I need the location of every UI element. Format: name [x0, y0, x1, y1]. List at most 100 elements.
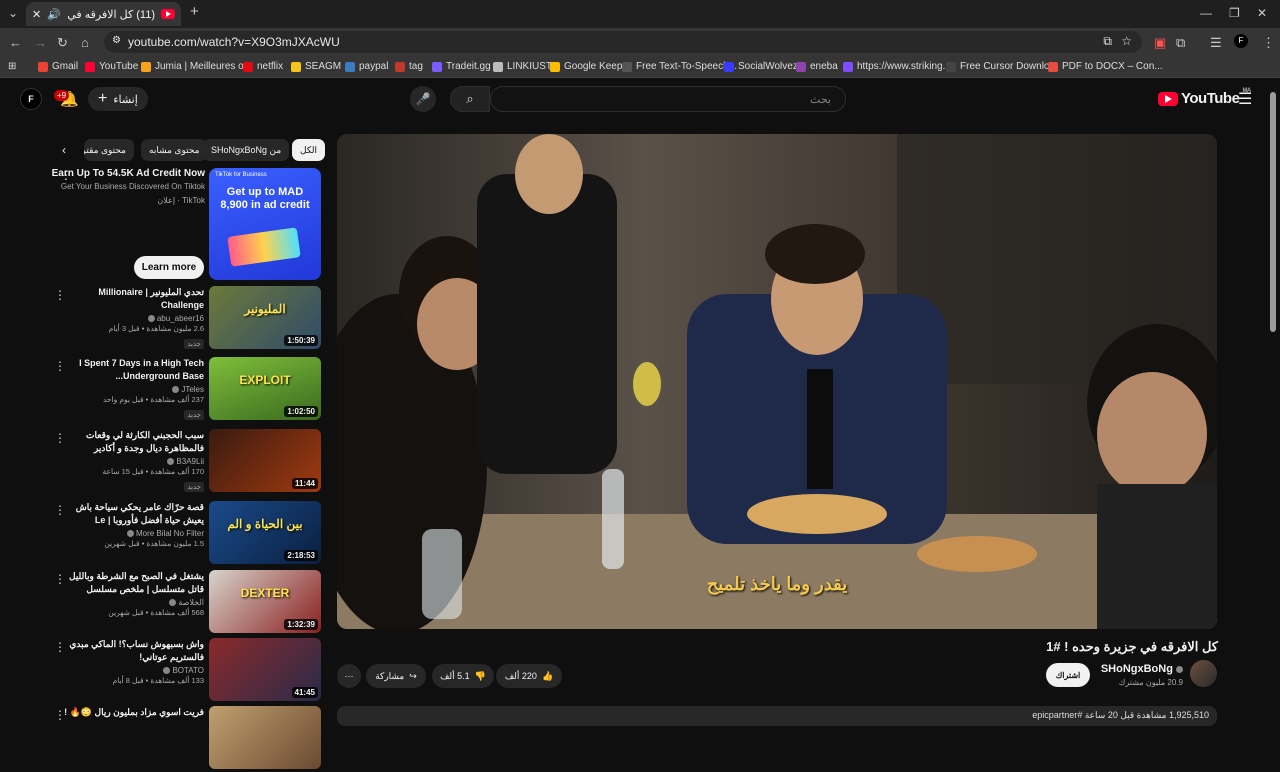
bookmark-item[interactable]: SEAGM	[291, 61, 341, 72]
recommendation-item[interactable]: EXPLOIT 1:02:50 ⋮ I Spent 7 Days in a High …	[50, 357, 322, 423]
home-icon[interactable]: ⌂	[81, 35, 89, 50]
recommendation-item[interactable]: 11:44 ⋮ سبب الحجبني الكارثة لي وقعات فالمظ…	[50, 429, 322, 495]
bookmark-item[interactable]: tag	[395, 61, 423, 72]
guide-menu-icon[interactable]: ☰	[1238, 89, 1252, 109]
bookmark-item[interactable]: Tradeit.gg	[432, 61, 491, 72]
video-player[interactable]: يقدر وما ياخذ تلميح	[337, 134, 1217, 629]
maximize-icon[interactable]: ❐	[1229, 6, 1240, 20]
description-box[interactable]: 1,925,510 مشاهدة قبل 20 ساعة #epicpartne…	[337, 706, 1217, 726]
recommendation-item[interactable]: ⋮ فريت اسوي مزاد بمليون ريال 😳🔥 !	[50, 706, 322, 772]
chips-prev-icon[interactable]: ‹	[62, 143, 66, 157]
youtube-logo[interactable]: YouTube MA	[1158, 88, 1251, 107]
ad-card[interactable]: TikTok for Business Get up to MAD 8,900 …	[52, 168, 322, 280]
recommendation-info: قصة حرّاك عامر يحكي سياحة باش يعيش حياة …	[64, 501, 204, 548]
recommendation-item[interactable]: 41:45 ⋮ واش بسبهوش نساب؟! الماكي مبدي فالس…	[50, 638, 322, 704]
recommendation-title[interactable]: واش بسبهوش نساب؟! الماكي مبدي فالستريم ع…	[64, 638, 204, 664]
recommendation-title[interactable]: يشتغل في الصبح مع الشرطة وبالليل قاتل مت…	[64, 570, 204, 596]
recommendation-title[interactable]: سبب الحجبني الكارثة لي وقعات فالمظاهرة د…	[64, 429, 204, 455]
bookmark-item[interactable]: netflix	[243, 61, 283, 72]
video-thumbnail[interactable]: EXPLOIT 1:02:50	[209, 357, 321, 420]
bookmark-item[interactable]: PDF to DOCX – Con...	[1048, 61, 1163, 72]
like-button[interactable]: 👍 220 ألف	[496, 664, 562, 688]
bookmark-star-icon[interactable]: ☆	[1121, 34, 1132, 48]
profile-icon[interactable]: F	[1234, 34, 1248, 48]
forward-icon[interactable]: →	[34, 35, 47, 50]
install-icon[interactable]: ⧉	[1103, 34, 1112, 49]
bookmark-item[interactable]: YouTube	[85, 61, 138, 72]
channel-name[interactable]: SHoNgxBoNg	[1101, 663, 1183, 675]
minimize-icon[interactable]: —	[1200, 6, 1212, 20]
extension-icon[interactable]: ▣	[1154, 35, 1166, 51]
bookmark-item[interactable]: Google Keep	[550, 61, 622, 72]
bookmark-item[interactable]: LINKIUST	[493, 61, 552, 72]
recommendation-item[interactable]: المليونير 1:50:39 ⋮ تحدي المليونير | Millio…	[50, 286, 322, 352]
channel-label: B3A9Lii	[176, 457, 204, 466]
new-tab-icon[interactable]: +	[190, 3, 199, 20]
video-thumbnail[interactable]	[209, 706, 321, 769]
ad-thumbnail[interactable]: TikTok for Business Get up to MAD 8,900 …	[209, 168, 321, 280]
recommendation-channel[interactable]: الخلاصة	[64, 598, 204, 607]
search-button[interactable]: ⌕	[450, 86, 490, 112]
browser-tab[interactable]: (11) كل الافرقه في جزيرة وحـ 🔊 ✕	[26, 2, 181, 26]
avatar[interactable]: F	[20, 88, 42, 110]
apps-grid-icon[interactable]: ⊞	[8, 61, 16, 72]
recommendation-meta: 237 ألف مشاهدة • قبل يوم واحد	[102, 395, 204, 404]
bookmark-item[interactable]: Jumia | Meilleures o...	[141, 61, 252, 72]
extensions-puzzle-icon[interactable]: ⧉	[1176, 35, 1185, 51]
create-button[interactable]: إنشاء +	[88, 87, 148, 111]
close-window-icon[interactable]: ✕	[1257, 6, 1267, 20]
chip-from-channel[interactable]: من SHoNgxBoNg	[203, 139, 290, 161]
dislike-button[interactable]: 👎 5.1 ألف	[432, 664, 494, 688]
recommendation-channel[interactable]: abu_abeer16	[64, 314, 204, 323]
recommendation-title[interactable]: تحدي المليونير | Millionaire Challenge	[64, 286, 204, 312]
recommendation-channel[interactable]: B3A9Lii	[64, 457, 204, 466]
video-duration: 1:32:39	[284, 619, 318, 630]
url-bar[interactable]: ⚙ youtube.com/watch?v=X9O3mJXAcWU ⧉ ☆	[104, 31, 1142, 53]
bookmark-item[interactable]: Free Text-To-Speech...	[622, 61, 737, 72]
menu-kebab-icon[interactable]: ⋮	[1262, 35, 1275, 51]
subscribe-button[interactable]: اشتراك	[1046, 663, 1090, 687]
tab-close-icon[interactable]: ✕	[32, 8, 41, 21]
video-thumbnail[interactable]: DEXTER 1:32:39	[209, 570, 321, 633]
chip-all[interactable]: الكل	[292, 139, 326, 161]
site-info-icon[interactable]: ⚙	[112, 35, 121, 46]
recommendation-item[interactable]: DEXTER 1:32:39 ⋮ يشتغل في الصبح مع الشرطة و…	[50, 570, 322, 636]
video-thumbnail[interactable]: المليونير 1:50:39	[209, 286, 321, 349]
tab-search-icon[interactable]: ⌄	[8, 6, 18, 20]
chip-related[interactable]: محتوى مشابه	[141, 139, 208, 161]
bookmark-favicon-icon	[946, 61, 956, 72]
back-icon[interactable]: ←	[9, 35, 22, 50]
bookmark-item[interactable]: Gmail	[38, 61, 78, 72]
recommendation-title[interactable]: I Spent 7 Days in a High Tech Undergroun…	[64, 357, 204, 383]
share-button[interactable]: ↪ مشاركة	[366, 664, 426, 688]
bookmark-item[interactable]: SocialWolvez	[724, 61, 798, 72]
reload-icon[interactable]: ↻	[57, 35, 68, 51]
new-badge: جديد	[184, 482, 204, 492]
recommendation-title[interactable]: قصة حرّاك عامر يحكي سياحة باش يعيش حياة …	[64, 501, 204, 527]
verified-icon	[147, 315, 155, 323]
more-actions-button[interactable]: ⋯	[337, 664, 361, 688]
logo-text: YouTube	[1181, 90, 1240, 107]
recommendation-channel[interactable]: JTeles	[64, 385, 204, 394]
search-input[interactable]: بحث	[490, 86, 846, 112]
recommendation-channel[interactable]: More Bilal No Filter	[64, 529, 204, 538]
reading-list-icon[interactable]: ☰	[1210, 35, 1222, 51]
chip-recommended[interactable]: محتوى مقتر	[84, 139, 134, 161]
channel-avatar[interactable]	[1190, 660, 1217, 687]
bookmark-item[interactable]: paypal	[345, 61, 388, 72]
audio-icon[interactable]: 🔊	[47, 8, 61, 21]
page-scrollbar[interactable]	[1270, 92, 1276, 332]
recommendation-channel[interactable]: BOTATO	[64, 666, 204, 675]
video-thumbnail[interactable]: 11:44	[209, 429, 321, 492]
recommendation-item[interactable]: بين الحياة و الم 2:18:53 ⋮ قصة حرّاك عامر ي…	[50, 501, 322, 567]
bookmark-item[interactable]: https://www.striking...	[843, 61, 951, 72]
learn-more-button[interactable]: Learn more	[134, 256, 204, 279]
bookmark-item[interactable]: eneba	[796, 61, 838, 72]
bookmark-item[interactable]: Free Cursor Downlo...	[946, 61, 1058, 72]
recommendation-title[interactable]: فريت اسوي مزاد بمليون ريال 😳🔥 !	[64, 706, 204, 719]
voice-search-icon[interactable]: 🎤	[410, 86, 436, 112]
video-thumbnail[interactable]: 41:45	[209, 638, 321, 701]
video-thumbnail[interactable]: بين الحياة و الم 2:18:53	[209, 501, 321, 564]
youtube-header: F 🔔 إنشاء + 🎤 ⌕ بحث YouTube MA ☰	[0, 80, 1280, 120]
ad-title[interactable]: Earn Up To 54.5K Ad Credit Now	[45, 168, 205, 179]
